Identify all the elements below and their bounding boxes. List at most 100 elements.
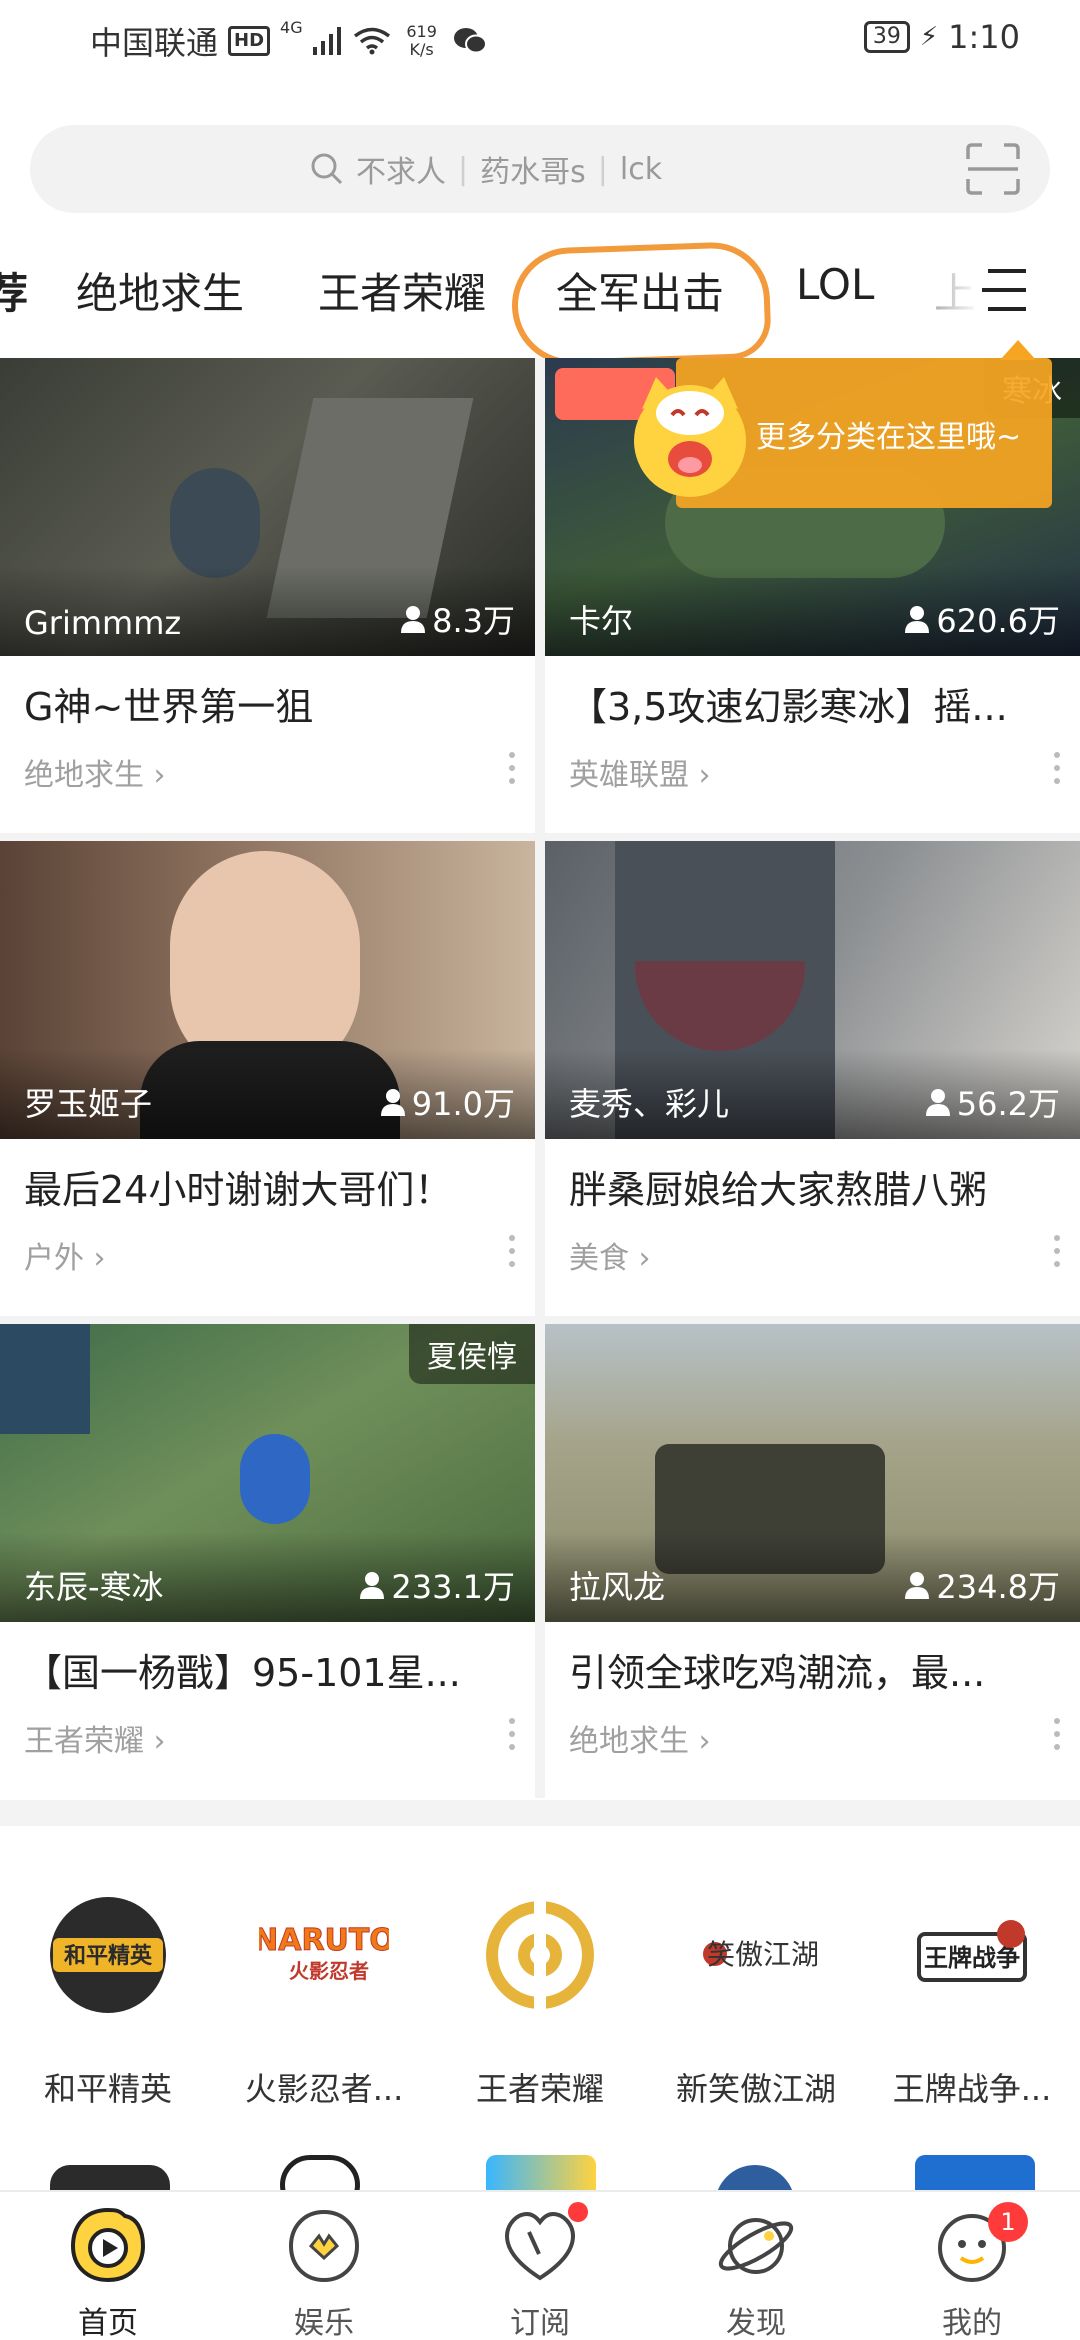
more-options-icon[interactable] [507,1716,517,1752]
nav-subscribe-label: 订阅 [510,2306,570,2340]
naruto-icon: NARUTO 火影忍者 [253,1923,396,1984]
viewer-count-text: 91.0万 [411,1085,515,1123]
status-left: 中国联通 HD 4G 619 K/s [90,18,487,64]
live-card[interactable]: 拉风龙 234.8万 引领全球吃鸡潮流，最... 绝地求生 › [545,1324,1080,1799]
search-hints: 不求人 | 药水哥s | lck [310,147,662,191]
live-title[interactable]: 【3,5攻速幻影寒冰】摇... [569,676,1059,731]
nav-profile-label: 我的 [942,2306,1002,2340]
live-card[interactable]: 夏侯惇 东辰-寒冰 233.1万 【国一杨戬】95-101星... 王者荣耀 › [0,1324,535,1799]
live-card[interactable]: Grimmmz 8.3万 G神~世界第一狙 绝地求生 › [0,358,535,833]
viewer-count-text: 8.3万 [432,602,515,640]
corner-label: 夏侯惇 [409,1324,535,1384]
tab-honor-of-kings[interactable]: 王者荣耀 [318,260,486,321]
live-thumbnail[interactable]: Grimmmz 8.3万 [0,358,535,656]
live-category[interactable]: 王者荣耀 › [24,1716,166,1760]
game-category[interactable]: 笑傲江湖 新笑傲江湖 [648,1890,864,2110]
more-options-icon[interactable] [507,1233,517,1269]
more-options-icon[interactable] [1052,1233,1062,1269]
streamer-name: 卡尔 [569,602,634,640]
svg-text:和平精英: 和平精英 [64,1943,153,1969]
live-category[interactable]: 绝地求生 › [569,1716,711,1760]
live-category[interactable]: 户外 › [24,1233,106,1277]
tabs-fade [920,250,980,330]
entertainment-icon [288,2209,360,2283]
viewer-count-text: 233.1万 [391,1568,515,1606]
bottom-navigation: 首页 娱乐 订阅 发现 1 我的 [0,2190,1080,2340]
viewer-count: 91.0万 [380,1079,515,1125]
wechat-icon [453,28,487,54]
home-icon [70,2207,146,2283]
live-card[interactable]: 麦秀、彩儿 56.2万 胖桑厨娘给大家熬腊八粥 美食 › [545,841,1080,1316]
nav-home-label: 首页 [78,2306,138,2340]
live-thumbnail[interactable]: 麦秀、彩儿 56.2万 [545,841,1080,1139]
category-icon-partial[interactable] [486,2155,596,2195]
search-bar[interactable]: 不求人 | 药水哥s | lck [30,125,1050,213]
live-title[interactable]: G神~世界第一狙 [24,676,514,731]
category-icon-partial[interactable] [280,2155,360,2195]
row-divider [0,833,1080,841]
clock: 1:10 [948,18,1020,56]
charging-icon: ⚡ [919,22,939,52]
column-divider [535,358,545,1798]
more-options-icon[interactable] [1052,1716,1062,1752]
search-hint-3: lck [619,151,663,187]
streamer-name: 罗玉姬子 [24,1085,153,1123]
nav-home[interactable]: 首页 [0,2202,216,2340]
live-title[interactable]: 胖桑厨娘给大家熬腊八粥 [569,1159,1059,1214]
more-options-icon[interactable] [1052,750,1062,786]
net-speed-unit: K/s [409,40,434,59]
search-hint-2: 药水哥s [480,155,586,190]
wifi-icon [353,27,390,55]
nav-entertainment[interactable]: 娱乐 [216,2202,432,2340]
search-hint-1: 不求人 [356,155,446,190]
ace-warfare-icon: 王牌战争 [917,1920,1027,1982]
live-category[interactable]: 英雄联盟 › [569,750,711,794]
game-category[interactable]: 王者荣耀 [432,1890,648,2110]
net-speed-value: 619 [406,22,437,41]
game-category[interactable]: 和平精英 和平精英 [0,1890,216,2110]
search-separator: | [458,151,469,187]
game-category-label: 王牌战争... [892,2070,1052,2108]
carrier-name: 中国联通 [90,24,219,62]
game-category-label: 王者荣耀 [475,2070,604,2108]
game-category-label: 和平精英 [43,2070,172,2108]
streamer-name: 拉风龙 [569,1568,666,1606]
nav-profile[interactable]: 1 我的 [864,2202,1080,2340]
nav-discover[interactable]: 发现 [648,2202,864,2340]
viewer-count: 234.8万 [904,1562,1060,1608]
live-title[interactable]: 引领全球吃鸡潮流，最... [569,1642,1059,1697]
live-thumbnail[interactable]: 拉风龙 234.8万 [545,1324,1080,1622]
viewer-count: 620.6万 [904,596,1060,642]
live-category[interactable]: 美食 › [569,1233,651,1277]
game-category-row-partial [0,2145,1080,2195]
game-category[interactable]: NARUTO 火影忍者 火影忍者... [216,1890,432,2110]
signal-icon [312,27,341,55]
soldier-shape [170,468,260,578]
net-type: 4G [280,18,303,37]
category-icon-partial[interactable] [915,2155,1035,2195]
live-category[interactable]: 绝地求生 › [24,750,166,794]
person-icon [401,606,426,633]
live-thumbnail[interactable]: 罗玉姬子 91.0万 [0,841,535,1139]
nav-subscribe[interactable]: 订阅 [432,2202,648,2340]
live-title[interactable]: 最后24小时谢谢大哥们！ [24,1159,514,1214]
person-icon [380,1089,405,1116]
tab-recommend[interactable]: 荐 [0,260,28,321]
more-options-icon[interactable] [507,750,517,786]
live-card[interactable]: 罗玉姬子 91.0万 最后24小时谢谢大哥们！ 户外 › [0,841,535,1316]
status-right: 39 ⚡ 1:10 [863,18,1020,56]
menu-icon[interactable] [982,265,1030,315]
battery-icon: 39 [863,21,910,53]
search-separator: | [597,151,608,187]
person-icon [925,1089,950,1116]
tab-pubg[interactable]: 绝地求生 [76,260,244,321]
live-title[interactable]: 【国一杨戬】95-101星... [24,1642,514,1697]
streamer-name: Grimmmz [24,604,182,642]
game-category-label: 火影忍者... [244,2070,404,2108]
scan-icon[interactable] [966,143,1020,195]
live-thumbnail[interactable]: 夏侯惇 东辰-寒冰 233.1万 [0,1324,535,1622]
subscribe-notification-dot [568,2202,588,2222]
game-category[interactable]: 王牌战争 王牌战争... [864,1890,1080,2110]
tab-lol[interactable]: LOL [796,260,874,309]
viewer-count: 8.3万 [400,596,515,642]
